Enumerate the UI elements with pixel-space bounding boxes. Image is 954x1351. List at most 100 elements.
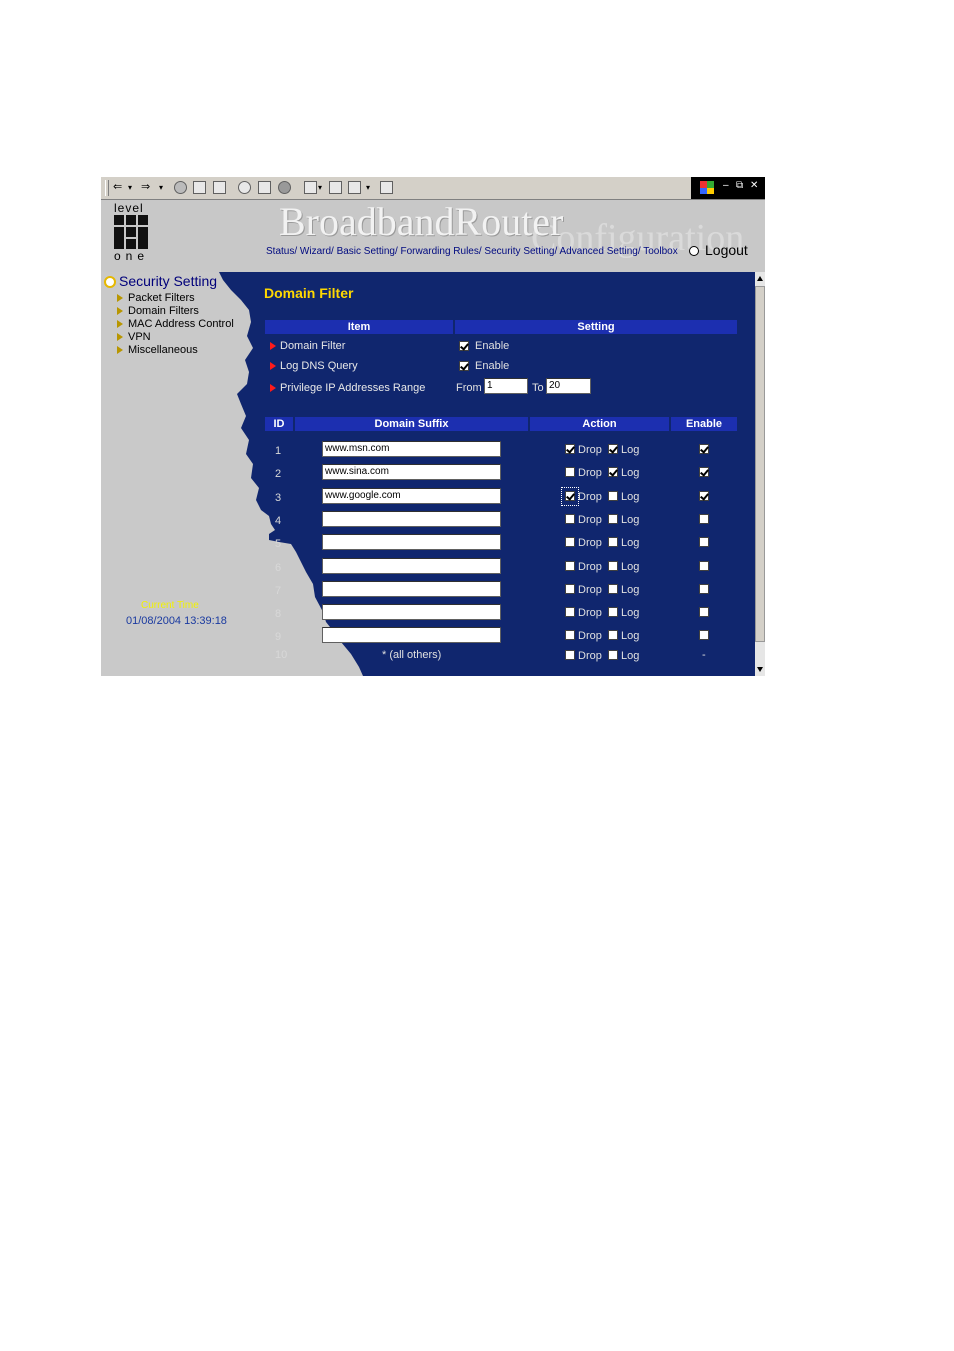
- log-checkbox[interactable]: [608, 514, 618, 524]
- drop-checkbox[interactable]: [565, 444, 575, 454]
- refresh-icon[interactable]: [193, 181, 206, 194]
- stop-icon[interactable]: [174, 181, 187, 194]
- enable-checkbox[interactable]: [699, 607, 709, 617]
- enable-checkbox[interactable]: [699, 467, 709, 477]
- red-arrow-icon: [270, 362, 276, 371]
- row-id: 10: [275, 649, 288, 661]
- log-checkbox[interactable]: [608, 584, 618, 594]
- sidebar-item-mac-address-control[interactable]: MAC Address Control: [117, 318, 234, 330]
- domain-filter-enable-checkbox[interactable]: [459, 341, 469, 351]
- log-checkbox[interactable]: [608, 607, 618, 617]
- back-dropdown-icon[interactable]: ▾: [128, 180, 132, 195]
- print-icon[interactable]: [329, 181, 342, 194]
- enable-checkbox[interactable]: [699, 561, 709, 571]
- mail-icon[interactable]: [304, 181, 317, 194]
- edit-icon[interactable]: [348, 181, 361, 194]
- log-label: Log: [621, 491, 640, 503]
- drop-label: Drop: [578, 584, 602, 596]
- edit-dropdown-icon[interactable]: ▾: [366, 180, 370, 195]
- row-id: 1: [275, 445, 282, 457]
- drop-checkbox[interactable]: [565, 467, 575, 477]
- row-id: 6: [275, 562, 282, 574]
- sidebar-item-vpn[interactable]: VPN: [117, 331, 151, 343]
- mail-dropdown-icon[interactable]: ▾: [318, 180, 322, 195]
- col-header-setting: Setting: [455, 320, 737, 334]
- domain-suffix-input[interactable]: [322, 581, 501, 597]
- log-checkbox[interactable]: [608, 650, 618, 660]
- domain-suffix-input[interactable]: [322, 511, 501, 527]
- row-id: 3: [275, 492, 282, 504]
- drop-checkbox[interactable]: [565, 607, 575, 617]
- router-header: level one Configuration BroadbandRouter …: [101, 199, 765, 266]
- minimize-icon[interactable]: –: [723, 180, 729, 191]
- domain-suffix-input[interactable]: [322, 627, 501, 643]
- log-checkbox[interactable]: [608, 630, 618, 640]
- forward-icon[interactable]: ⇒: [141, 180, 150, 195]
- sidebar-item-miscellaneous[interactable]: Miscellaneous: [117, 344, 198, 356]
- log-checkbox[interactable]: [608, 491, 618, 501]
- domain-suffix-input[interactable]: www.sina.com: [322, 464, 501, 480]
- sidebar-section-title[interactable]: Security Setting: [104, 273, 217, 289]
- enable-checkbox[interactable]: [699, 584, 709, 594]
- main-nav[interactable]: Status/ Wizard/ Basic Setting/ Forwardin…: [266, 246, 678, 257]
- enable-checkbox[interactable]: [699, 491, 709, 501]
- restore-icon[interactable]: ⧉: [736, 180, 743, 191]
- log-label: Log: [621, 650, 640, 662]
- drop-checkbox[interactable]: [565, 630, 575, 640]
- sidebar-item-label: Packet Filters: [128, 292, 195, 304]
- favorites-icon[interactable]: [258, 181, 271, 194]
- enable-checkbox[interactable]: [699, 630, 709, 640]
- from-label: From: [456, 382, 482, 394]
- drop-checkbox[interactable]: [565, 584, 575, 594]
- log-dns-enable-checkbox[interactable]: [459, 361, 469, 371]
- log-checkbox[interactable]: [608, 467, 618, 477]
- history-icon[interactable]: [278, 181, 291, 194]
- logout-radio-icon: [689, 246, 699, 257]
- scroll-down-icon[interactable]: [757, 667, 763, 672]
- drop-label: Drop: [578, 630, 602, 642]
- drop-checkbox[interactable]: [565, 514, 575, 524]
- enable-checkbox[interactable]: [699, 514, 709, 524]
- col-header-id: ID: [265, 417, 293, 431]
- drop-checkbox[interactable]: [565, 650, 575, 660]
- drop-label: Drop: [578, 467, 602, 479]
- browser-toolbar: ⇐ ▾ ⇒ ▾ ▾ ▾ – ⧉ ✕: [101, 177, 765, 200]
- back-icon[interactable]: ⇐: [113, 180, 122, 195]
- enable-checkbox[interactable]: [699, 444, 709, 454]
- home-icon[interactable]: [213, 181, 226, 194]
- scroll-thumb[interactable]: [755, 286, 765, 642]
- drop-checkbox[interactable]: [565, 537, 575, 547]
- logout-link[interactable]: Logout: [689, 242, 748, 258]
- brand-title: BroadbandRouter: [279, 199, 564, 244]
- enable-dash: -: [702, 649, 706, 661]
- domain-filter-text: Domain Filter: [280, 340, 346, 352]
- log-label: Log: [621, 444, 640, 456]
- domain-suffix-input[interactable]: [322, 558, 501, 574]
- log-checkbox[interactable]: [608, 561, 618, 571]
- log-checkbox[interactable]: [608, 444, 618, 454]
- col-header-action: Action: [530, 417, 669, 431]
- log-dns-label: Log DNS Query: [270, 360, 358, 372]
- discuss-icon[interactable]: [380, 181, 393, 194]
- window-controls: – ⧉ ✕: [691, 177, 765, 199]
- scroll-up-icon[interactable]: [757, 276, 763, 281]
- search-icon[interactable]: [238, 181, 251, 194]
- domain-suffix-input[interactable]: [322, 534, 501, 550]
- close-icon[interactable]: ✕: [750, 180, 758, 191]
- forward-dropdown-icon[interactable]: ▾: [159, 180, 163, 195]
- sidebar-item-domain-filters[interactable]: Domain Filters: [117, 305, 199, 317]
- col-header-item: Item: [265, 320, 453, 334]
- logout-label: Logout: [705, 242, 748, 258]
- domain-suffix-input[interactable]: [322, 604, 501, 620]
- ip-from-input[interactable]: 1: [484, 378, 528, 394]
- drop-label: Drop: [578, 537, 602, 549]
- ip-to-input[interactable]: 20: [546, 378, 591, 394]
- domain-suffix-input[interactable]: www.google.com: [322, 488, 501, 504]
- vertical-scrollbar[interactable]: [755, 272, 765, 676]
- sidebar-item-packet-filters[interactable]: Packet Filters: [117, 292, 195, 304]
- domain-suffix-input[interactable]: www.msn.com: [322, 441, 501, 457]
- drop-checkbox[interactable]: [565, 561, 575, 571]
- sidebar-item-label: Domain Filters: [128, 305, 199, 317]
- log-checkbox[interactable]: [608, 537, 618, 547]
- enable-checkbox[interactable]: [699, 537, 709, 547]
